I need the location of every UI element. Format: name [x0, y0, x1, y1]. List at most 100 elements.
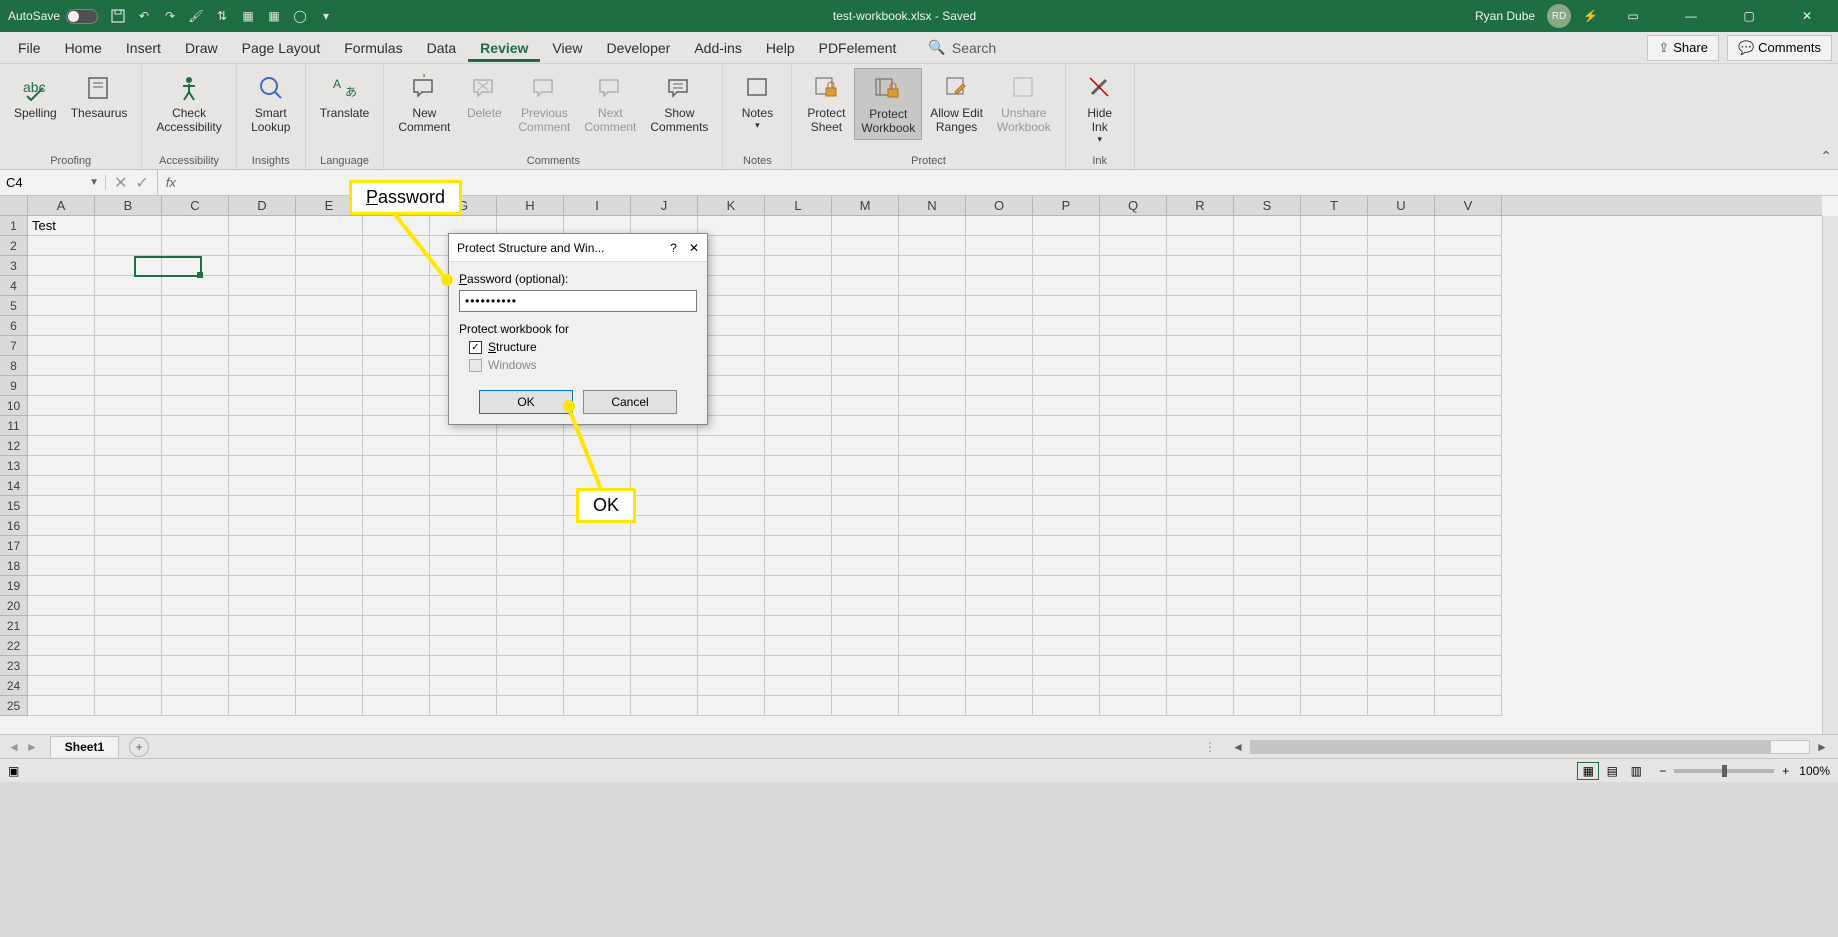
cell[interactable]	[899, 276, 966, 296]
cell[interactable]	[1167, 516, 1234, 536]
row-header[interactable]: 20	[0, 596, 27, 616]
cell[interactable]	[698, 496, 765, 516]
cell[interactable]	[497, 616, 564, 636]
column-header[interactable]: B	[95, 196, 162, 215]
cell[interactable]	[631, 576, 698, 596]
cell[interactable]	[1368, 656, 1435, 676]
cell[interactable]	[162, 236, 229, 256]
cell[interactable]	[1167, 376, 1234, 396]
cell[interactable]	[1301, 216, 1368, 236]
cell[interactable]	[1368, 376, 1435, 396]
cell[interactable]	[1234, 216, 1301, 236]
cell[interactable]	[832, 336, 899, 356]
cell[interactable]	[229, 676, 296, 696]
cell[interactable]	[1100, 536, 1167, 556]
cell[interactable]	[95, 276, 162, 296]
cell[interactable]	[363, 496, 430, 516]
cell[interactable]	[966, 596, 1033, 616]
cell[interactable]	[1368, 536, 1435, 556]
cell[interactable]	[229, 476, 296, 496]
cell[interactable]	[1167, 596, 1234, 616]
cell[interactable]	[966, 636, 1033, 656]
cell[interactable]	[1100, 676, 1167, 696]
cell[interactable]	[1100, 636, 1167, 656]
cell[interactable]	[1033, 336, 1100, 356]
cell[interactable]	[1301, 576, 1368, 596]
cell[interactable]	[765, 376, 832, 396]
cell[interactable]	[698, 656, 765, 676]
structure-checkbox[interactable]: ✓	[469, 341, 482, 354]
cell[interactable]	[899, 376, 966, 396]
cell[interactable]	[28, 416, 95, 436]
cell[interactable]	[296, 276, 363, 296]
cell[interactable]	[1167, 536, 1234, 556]
cell[interactable]	[363, 296, 430, 316]
cell[interactable]	[966, 436, 1033, 456]
cell[interactable]	[28, 516, 95, 536]
cell[interactable]	[1033, 296, 1100, 316]
column-header[interactable]: P	[1033, 196, 1100, 215]
cell[interactable]	[430, 636, 497, 656]
customize-icon[interactable]: ▾	[318, 8, 334, 24]
row-header[interactable]: 8	[0, 356, 27, 376]
column-header[interactable]: C	[162, 196, 229, 215]
cell[interactable]	[28, 276, 95, 296]
cell[interactable]	[296, 576, 363, 596]
cell[interactable]	[631, 476, 698, 496]
cell[interactable]	[1301, 436, 1368, 456]
add-sheet-button[interactable]: +	[129, 737, 149, 757]
cell[interactable]	[95, 396, 162, 416]
cell[interactable]	[966, 296, 1033, 316]
cell[interactable]	[832, 436, 899, 456]
cell[interactable]	[430, 476, 497, 496]
menu-draw[interactable]: Draw	[173, 34, 230, 62]
cell[interactable]	[832, 656, 899, 676]
page-break-view-button[interactable]: ▥	[1625, 762, 1647, 780]
cell[interactable]	[229, 456, 296, 476]
cell[interactable]	[497, 456, 564, 476]
close-button[interactable]: ✕	[1784, 0, 1830, 32]
cell[interactable]	[1301, 676, 1368, 696]
cell[interactable]	[966, 496, 1033, 516]
cell[interactable]	[363, 576, 430, 596]
cell[interactable]	[899, 596, 966, 616]
cell[interactable]	[497, 676, 564, 696]
cell[interactable]	[95, 676, 162, 696]
cell[interactable]	[95, 596, 162, 616]
cell[interactable]	[1301, 616, 1368, 636]
chevron-down-icon[interactable]: ▼	[89, 177, 99, 188]
cell[interactable]	[832, 456, 899, 476]
redo-icon[interactable]: ↷	[162, 8, 178, 24]
cell[interactable]	[1033, 556, 1100, 576]
cell[interactable]	[765, 596, 832, 616]
cell[interactable]	[1033, 496, 1100, 516]
column-header[interactable]: N	[899, 196, 966, 215]
cell[interactable]	[765, 616, 832, 636]
cell[interactable]	[296, 616, 363, 636]
row-header[interactable]: 15	[0, 496, 27, 516]
cell[interactable]	[1301, 456, 1368, 476]
cell[interactable]	[765, 676, 832, 696]
cell[interactable]	[1234, 696, 1301, 716]
cell[interactable]	[1368, 596, 1435, 616]
cell[interactable]	[28, 456, 95, 476]
cell[interactable]	[1167, 556, 1234, 576]
scroll-left-icon[interactable]: ◄	[1230, 740, 1246, 754]
cell[interactable]	[430, 536, 497, 556]
cell[interactable]	[1301, 516, 1368, 536]
cell[interactable]	[899, 316, 966, 336]
column-header[interactable]: U	[1368, 196, 1435, 215]
cell[interactable]	[95, 476, 162, 496]
menu-pdfelement[interactable]: PDFelement	[807, 34, 909, 62]
column-header[interactable]: M	[832, 196, 899, 215]
cell[interactable]	[832, 216, 899, 236]
cell[interactable]	[28, 676, 95, 696]
cell[interactable]	[631, 596, 698, 616]
cell[interactable]	[1234, 556, 1301, 576]
cell[interactable]	[28, 576, 95, 596]
cell[interactable]	[966, 456, 1033, 476]
row-header[interactable]: 1	[0, 216, 27, 236]
cell[interactable]	[497, 556, 564, 576]
menu-help[interactable]: Help	[754, 34, 807, 62]
split-handle[interactable]: ⋮	[1204, 740, 1216, 754]
